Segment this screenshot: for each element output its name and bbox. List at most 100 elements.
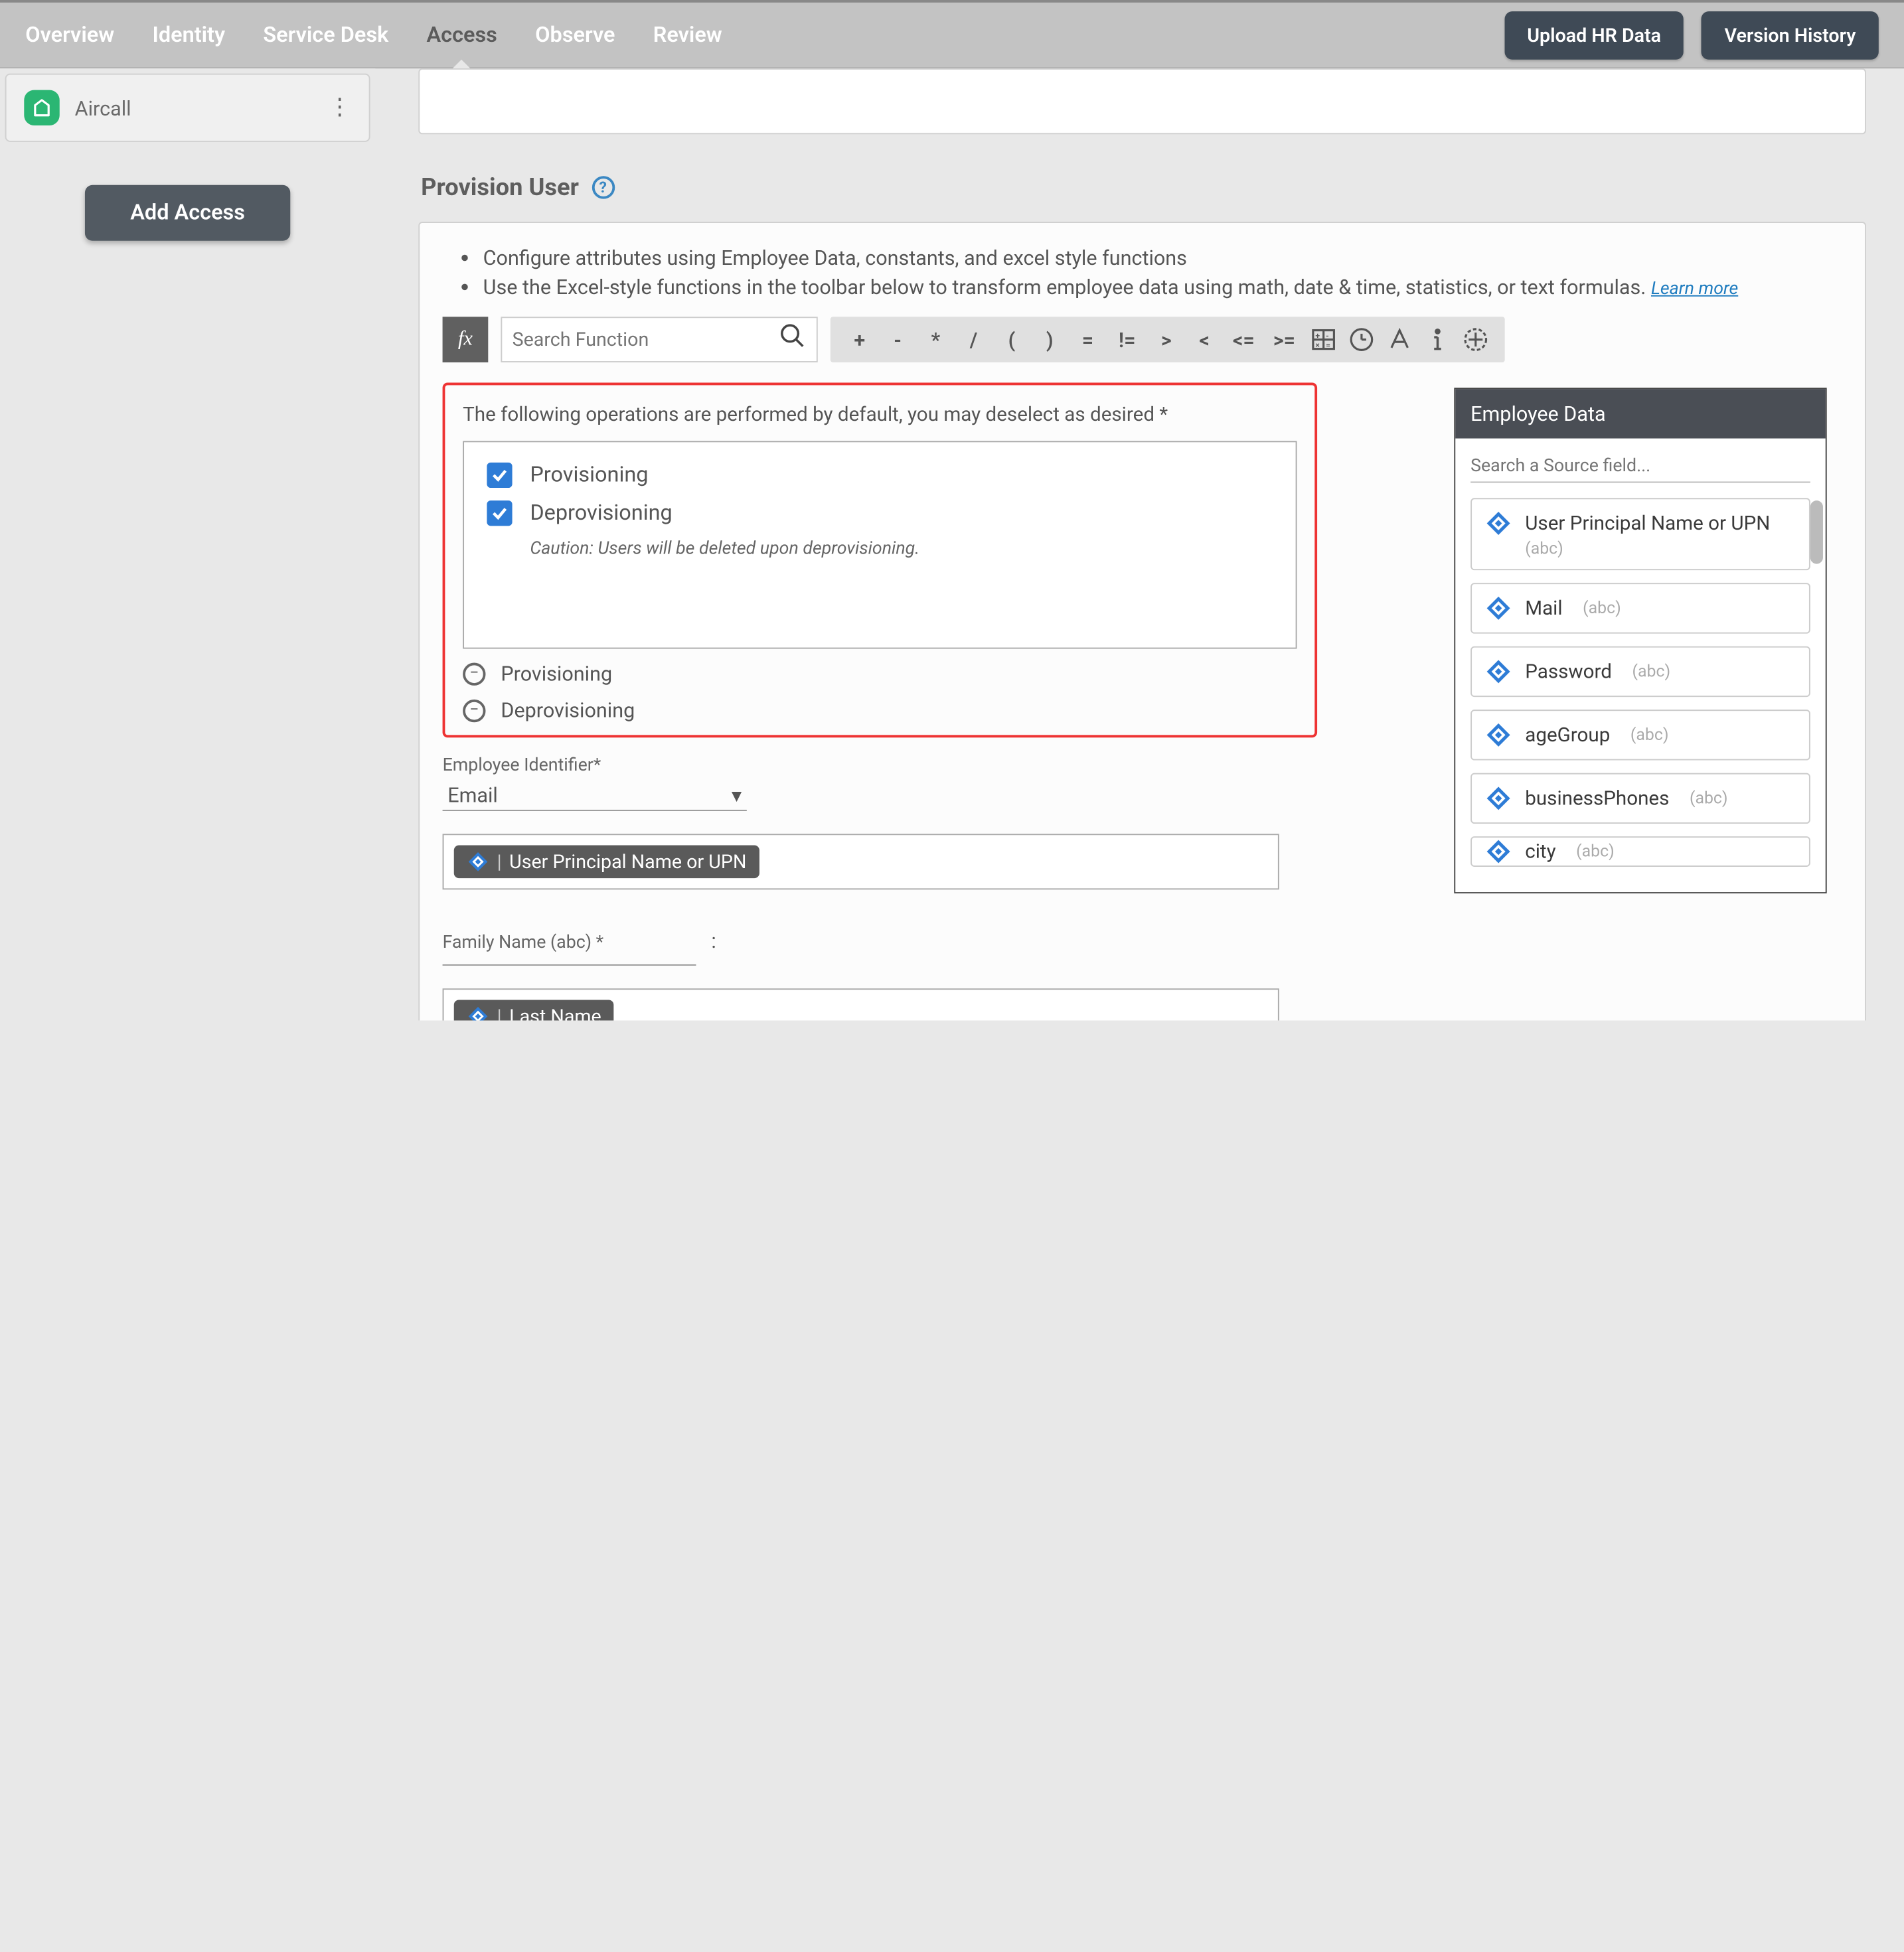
checkbox-provisioning[interactable] [487,463,512,488]
field-name: User Principal Name or UPN [1525,512,1770,534]
toggle-deprovisioning-remove-icon[interactable]: − [463,699,485,721]
deprovisioning-caution: Caution: Users will be deleted upon depr… [530,539,1273,560]
chevron-down-icon: ▾ [732,783,742,807]
tab-identity[interactable]: Identity [152,2,225,68]
left-sidebar: Aircall ⋮ Add Access [0,68,375,241]
learn-more-link[interactable]: Learn more [1651,279,1738,299]
employee-identifier-select[interactable]: Email ▾ [442,781,746,811]
diamond-icon [1484,595,1512,623]
app-name: Aircall [75,96,131,119]
field-name: ageGroup [1525,723,1610,746]
diamond-icon [1484,510,1512,538]
op-plus[interactable]: + [840,328,878,352]
op-neq[interactable]: != [1107,328,1147,352]
provision-card: Configure attributes using Employee Data… [418,222,1866,1020]
diamond-icon [1484,658,1512,686]
datetime-category-icon[interactable] [1342,326,1380,354]
app-menu-icon[interactable]: ⋮ [329,96,351,119]
toggle-provisioning-remove-icon[interactable]: − [463,662,485,685]
field-name: Password [1525,660,1612,683]
app-card-aircall[interactable]: Aircall ⋮ [5,74,370,142]
main-content: Provision User ? Configure attributes us… [380,68,1904,1020]
operator-bar: + - * / ( ) = != > < <= >= +-×= [831,317,1505,362]
employee-identifier-value: Email [447,783,498,807]
field-card-mail[interactable]: Mail (abc) [1470,583,1810,633]
employee-data-search-input[interactable] [1470,451,1810,482]
field-card-password[interactable]: Password (abc) [1470,646,1810,697]
previous-card-stub [418,68,1866,134]
op-lparen[interactable]: ( [992,328,1030,352]
math-category-icon[interactable]: +-× = [1305,326,1342,354]
help-icon[interactable]: ? [592,175,614,198]
checkbox-provisioning-label: Provisioning [530,463,648,488]
formula-toolbar: fx + - * / ( ) = != > < <= >= +-×= [442,317,1842,362]
toggle-deprovisioning-label: Deprovisioning [501,698,635,722]
svg-text:+: + [1315,331,1320,340]
tab-service-desk[interactable]: Service Desk [263,2,388,68]
op-mult[interactable]: * [917,328,955,352]
op-gt[interactable]: > [1147,328,1185,352]
bullet-1: Configure attributes using Employee Data… [483,246,1865,269]
field-card-city[interactable]: city (abc) [1470,836,1810,867]
tab-overview[interactable]: Overview [25,2,114,68]
top-nav: Overview Identity Service Desk Access Ob… [0,0,1904,68]
field-name: city [1525,840,1555,863]
op-rparen[interactable]: ) [1030,328,1068,352]
diamond-icon [1484,838,1512,865]
upn-token[interactable]: |User Principal Name or UPN [454,846,759,879]
employee-data-title: Employee Data [1455,389,1826,438]
search-icon[interactable] [778,322,806,357]
tab-review[interactable]: Review [653,2,722,68]
aircall-icon [24,90,59,125]
section-title-text: Provision User [421,173,579,202]
tab-observe[interactable]: Observe [535,2,615,68]
bullet-2: Use the Excel-style functions in the too… [483,275,1865,299]
svg-text:-: - [1326,331,1329,340]
field-name: Mail [1525,597,1562,619]
svg-text:×: × [1315,340,1320,350]
field-card-upn[interactable]: User Principal Name or UPN (abc) [1470,498,1810,570]
stats-category-icon[interactable] [1457,326,1494,354]
diamond-icon [1484,785,1512,812]
op-div[interactable]: / [955,328,992,352]
op-gte[interactable]: >= [1264,328,1305,352]
field-type: (abc) [1690,789,1728,808]
svg-text:=: = [1326,340,1330,350]
search-function-input[interactable] [512,329,778,351]
upn-token-input[interactable]: |User Principal Name or UPN [442,834,1279,889]
employee-data-scrollbar[interactable] [1810,500,1823,563]
fx-icon: fx [442,317,488,362]
field-name: businessPhones [1525,787,1669,810]
operations-highlight-box: The following operations are performed b… [442,383,1317,738]
field-type: (abc) [1576,842,1615,862]
operations-checkbox-area: Provisioning Deprovisioning Caution: Use… [463,441,1297,648]
employee-data-panel: Employee Data User Principal Name or UPN… [1454,388,1826,893]
diamond-icon [467,1005,489,1020]
op-minus[interactable]: - [878,328,916,352]
op-eq[interactable]: = [1069,328,1107,352]
checkbox-deprovisioning-label: Deprovisioning [530,500,672,526]
field-card-businessphones[interactable]: businessPhones (abc) [1470,773,1810,824]
text-category-icon[interactable] [1380,326,1418,354]
field-type: (abc) [1525,540,1563,559]
add-access-button[interactable]: Add Access [85,185,291,241]
upload-hr-data-button[interactable]: Upload HR Data [1504,11,1684,59]
tab-access[interactable]: Access [427,2,497,68]
lastname-token[interactable]: |Last Name [454,1000,614,1021]
field-type: (abc) [1632,662,1670,682]
diamond-icon [467,850,489,873]
section-title: Provision User ? [421,173,1891,202]
lastname-token-input[interactable]: |Last Name [442,988,1279,1020]
toggle-provisioning-label: Provisioning [501,662,612,686]
info-category-icon[interactable] [1419,326,1457,354]
diamond-icon [1484,721,1512,749]
op-lte[interactable]: <= [1224,328,1264,352]
field-type: (abc) [1583,599,1621,618]
op-lt[interactable]: < [1185,328,1223,352]
version-history-button[interactable]: Version History [1702,11,1879,59]
field-card-agegroup[interactable]: ageGroup (abc) [1470,710,1810,760]
checkbox-deprovisioning[interactable] [487,500,512,526]
field-type: (abc) [1630,725,1669,745]
operations-note: The following operations are performed b… [463,403,1297,425]
family-name-label: Family Name (abc) * [442,933,696,953]
